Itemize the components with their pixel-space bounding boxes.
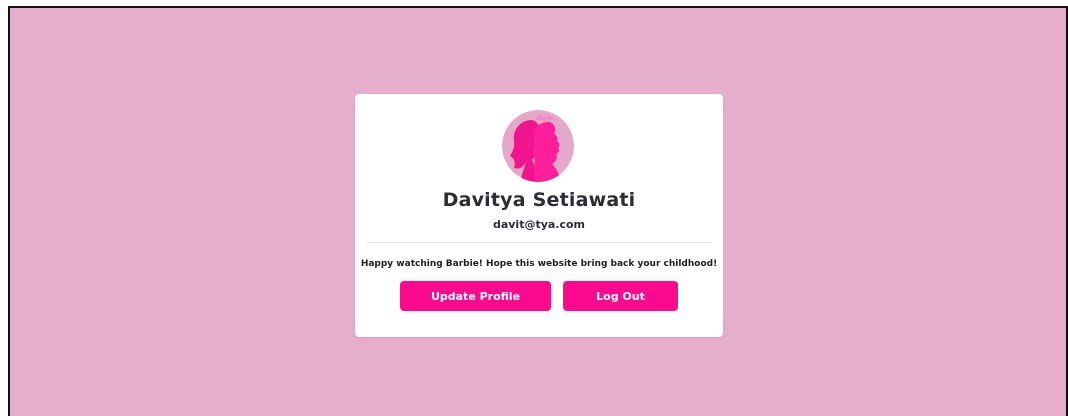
profile-name: Davitya Setiawati	[442, 189, 636, 211]
welcome-message: Happy watching Barbie! Hope this website…	[360, 259, 718, 269]
divider	[366, 242, 712, 243]
profile-card: Davitya Setiawati davit@tya.com Happy wa…	[355, 94, 723, 337]
logout-button[interactable]: Log Out	[563, 281, 678, 311]
update-profile-button[interactable]: Update Profile	[400, 281, 551, 311]
barbie-silhouette-icon	[502, 110, 574, 182]
avatar	[502, 110, 574, 182]
page-background: Davitya Setiawati davit@tya.com Happy wa…	[8, 6, 1068, 416]
profile-email: davit@tya.com	[492, 218, 586, 231]
